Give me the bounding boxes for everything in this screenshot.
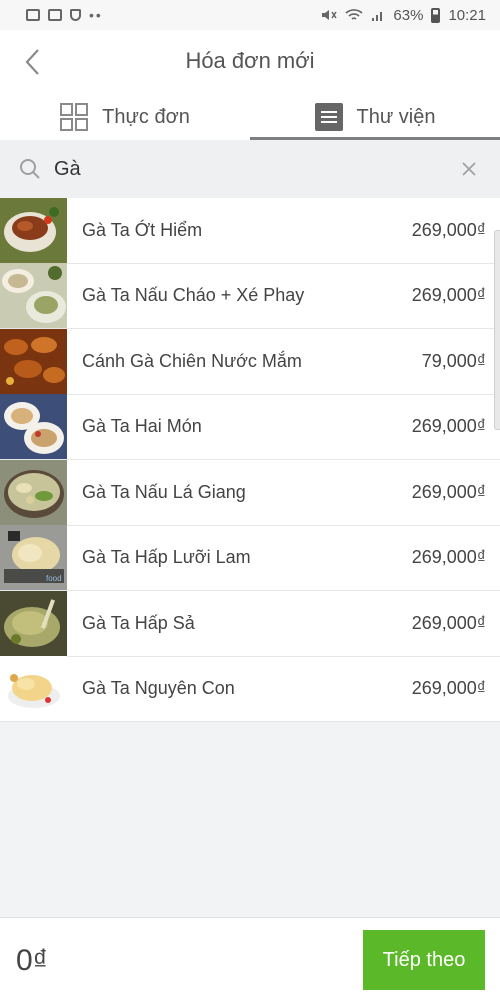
tab-library[interactable]: Thư viện (250, 94, 500, 140)
item-price: 269,000₫ (411, 219, 486, 240)
wifi-icon (345, 9, 363, 20)
status-bar: •• 63% 10:21 (0, 0, 500, 30)
scroll-indicator[interactable] (494, 230, 500, 430)
svg-text:food: food (46, 574, 62, 583)
food-thumbnail (0, 263, 67, 329)
item-price: 269,000₫ (411, 481, 486, 502)
food-thumbnail (0, 394, 67, 460)
next-button[interactable]: Tiếp theo (363, 930, 485, 990)
item-name: Gà Ta Hấp Lưỡi Lam (82, 547, 251, 568)
list-item[interactable]: Gà Ta Ớt Hiểm 269,000₫ (0, 197, 500, 264)
total-amount: 0₫ (16, 944, 49, 977)
item-name: Gà Ta Nấu Cháo + Xé Phay (82, 285, 305, 306)
list-item[interactable]: Cánh Gà Chiên Nước Mắm 79,000₫ (0, 328, 500, 395)
item-name: Gà Ta Hấp Sả (82, 612, 195, 633)
grid-icon (60, 103, 89, 131)
tab-library-label: Thư viện (356, 105, 436, 128)
list-item[interactable]: Gà Ta Nấu Cháo + Xé Phay 269,000₫ (0, 263, 500, 329)
food-thumbnail (0, 459, 67, 525)
tab-menu-label: Thực đơn (102, 105, 190, 128)
clear-search-button[interactable] (456, 156, 482, 182)
page-title: Hóa đơn mới (185, 48, 315, 73)
more-notifications-icon: •• (89, 7, 103, 23)
item-name: Cánh Gà Chiên Nước Mắm (82, 350, 302, 371)
item-name: Gà Ta Nấu Lá Giang (82, 481, 246, 502)
food-thumbnail (0, 328, 67, 394)
list-item[interactable]: Gà Ta Hai Món 269,000₫ (0, 394, 500, 460)
search-input[interactable] (54, 157, 434, 181)
tab-bar: Thực đơn Thư viện (0, 94, 500, 140)
close-icon (462, 162, 476, 176)
item-price: 269,000₫ (411, 612, 486, 633)
list-item[interactable]: Gà Ta Hấp Sả 269,000₫ (0, 590, 500, 657)
item-name: Gà Ta Nguyên Con (82, 678, 235, 699)
list-item[interactable]: Gà Ta Nguyên Con 269,000₫ (0, 656, 500, 722)
item-name: Gà Ta Hai Món (82, 416, 202, 437)
battery-icon (431, 7, 441, 23)
item-price: 269,000₫ (411, 285, 486, 306)
item-price: 269,000₫ (411, 416, 486, 437)
item-price: 269,000₫ (411, 547, 486, 568)
mail-notification-icon (48, 9, 62, 21)
list-item[interactable]: food Gà Ta Hấp Lưỡi Lam 269,000₫ (0, 525, 500, 591)
list-item[interactable]: Gà Ta Nấu Lá Giang 269,000₫ (0, 459, 500, 526)
battery-percent: 63% (393, 6, 424, 24)
search-bar (0, 140, 500, 198)
item-name: Gà Ta Ớt Hiểm (82, 219, 203, 240)
notification-icons: •• (26, 7, 103, 23)
food-thumbnail: food (0, 525, 67, 591)
clock: 10:21 (448, 6, 486, 24)
item-price: 269,000₫ (411, 678, 486, 699)
tab-menu[interactable]: Thực đơn (0, 94, 250, 140)
food-thumbnail (0, 590, 67, 656)
food-thumbnail (0, 656, 67, 722)
system-icons: 63% 10:21 (321, 7, 486, 24)
footer: 0₫ Tiếp theo (0, 917, 500, 1000)
item-list: Gà Ta Ớt Hiểm 269,000₫ Gà Ta Nấu Cháo + … (0, 197, 500, 722)
shield-notification-icon (70, 9, 81, 21)
food-thumbnail (0, 197, 67, 263)
list-icon (314, 103, 343, 131)
signal-icon (372, 12, 383, 21)
mute-icon (322, 10, 338, 20)
image-notification-icon (26, 9, 40, 21)
header: Hóa đơn mới (0, 30, 500, 94)
item-price: 79,000₫ (421, 350, 486, 371)
search-icon (20, 159, 40, 179)
